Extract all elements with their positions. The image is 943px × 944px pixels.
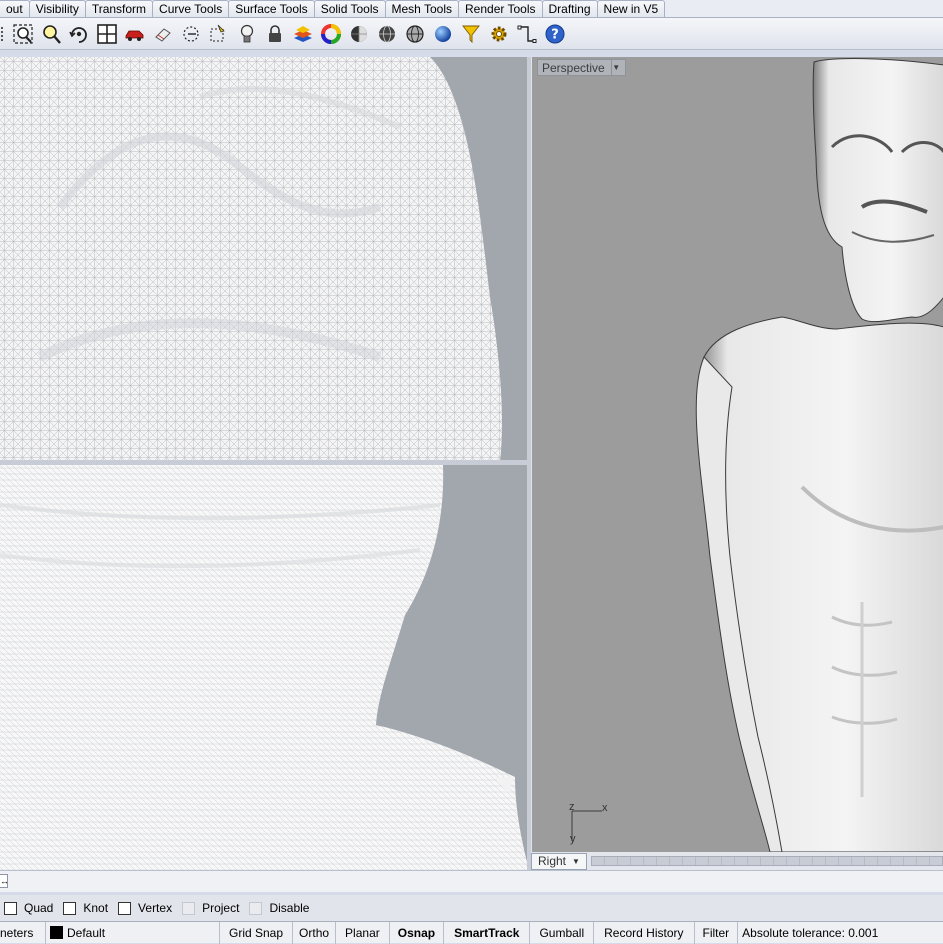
zoom-window-icon[interactable] bbox=[0, 21, 8, 47]
light-bulb-icon[interactable] bbox=[234, 21, 260, 47]
lock-icon[interactable] bbox=[262, 21, 288, 47]
circle-snap-icon[interactable] bbox=[178, 21, 204, 47]
status-record-history[interactable]: Record History bbox=[594, 921, 695, 944]
osnap-vertex-checkbox[interactable] bbox=[118, 901, 132, 915]
tab-layout[interactable]: out bbox=[0, 0, 30, 17]
osnap-quad-label: Quad bbox=[24, 901, 54, 915]
status-bar: neters Default Grid Snap Ortho Planar Os… bbox=[0, 921, 943, 944]
chevron-down-icon[interactable]: ▼ bbox=[610, 60, 621, 75]
zoom-selected-icon[interactable] bbox=[38, 21, 64, 47]
mesh-wireframe-head bbox=[0, 57, 502, 460]
layer-color-swatch bbox=[50, 926, 63, 939]
status-smarttrack[interactable]: SmartTrack bbox=[444, 921, 531, 944]
status-filter[interactable]: Filter bbox=[695, 921, 739, 944]
osnap-disable-label: Disable bbox=[269, 901, 310, 915]
tab-transform[interactable]: Transform bbox=[84, 0, 154, 17]
tab-curve-tools[interactable]: Curve Tools bbox=[152, 0, 230, 17]
osnap-bar: Quad Knot Vertex Project Disable bbox=[0, 895, 943, 921]
wireframe-sphere-icon[interactable] bbox=[374, 21, 400, 47]
viewport-tab-right[interactable]: Right ▼ bbox=[531, 852, 587, 870]
osnap-quad[interactable]: Quad bbox=[4, 901, 53, 915]
command-area[interactable]: ↔ bbox=[0, 870, 943, 892]
status-units[interactable]: neters bbox=[0, 921, 46, 944]
car-icon[interactable] bbox=[122, 21, 148, 47]
standard-toolbar: ? bbox=[0, 18, 943, 50]
horizontal-scrollbar[interactable] bbox=[590, 856, 943, 866]
tab-mesh-tools[interactable]: Mesh Tools bbox=[384, 0, 459, 17]
osnap-quad-checkbox[interactable] bbox=[4, 901, 17, 915]
status-osnap[interactable]: Osnap bbox=[390, 921, 445, 944]
tab-visibility[interactable]: Visibility bbox=[28, 0, 86, 17]
options-gear-icon[interactable] bbox=[486, 21, 512, 47]
osnap-project-label: Project bbox=[202, 901, 240, 915]
ghosted-sphere-icon[interactable] bbox=[402, 21, 428, 47]
tab-drafting[interactable]: Drafting bbox=[541, 0, 598, 17]
four-viewports-icon[interactable] bbox=[94, 21, 120, 47]
chevron-down-icon[interactable]: ▼ bbox=[572, 857, 580, 866]
viewport-title-perspective[interactable]: Perspective ▼ bbox=[537, 59, 626, 76]
axis-gizmo: z x y bbox=[568, 801, 618, 847]
shaded-sphere-icon[interactable] bbox=[346, 21, 372, 47]
axis-y-label: y bbox=[570, 833, 576, 845]
status-tolerance: Absolute tolerance: 0.001 bbox=[742, 925, 879, 940]
osnap-knot-checkbox[interactable] bbox=[63, 901, 77, 915]
front-viewport[interactable] bbox=[0, 465, 529, 870]
layer-icon[interactable] bbox=[290, 21, 316, 47]
svg-text:?: ? bbox=[551, 27, 559, 42]
color-wheel-icon[interactable] bbox=[318, 21, 344, 47]
axis-x-label: x bbox=[602, 802, 608, 814]
tab-solid-tools[interactable]: Solid Tools bbox=[313, 0, 386, 17]
status-layer[interactable]: Default bbox=[46, 921, 220, 944]
mesh-wireframe-body bbox=[0, 465, 527, 870]
eraser-icon[interactable] bbox=[150, 21, 176, 47]
toolbar-tab-strip: out Visibility Transform Curve Tools Sur… bbox=[0, 0, 943, 18]
dimension-icon[interactable] bbox=[514, 21, 540, 47]
osnap-disable-checkbox[interactable] bbox=[249, 901, 263, 915]
osnap-project-checkbox[interactable] bbox=[182, 901, 196, 915]
render-sphere-icon[interactable] bbox=[430, 21, 456, 47]
osnap-vertex-label: Vertex bbox=[138, 901, 173, 915]
command-history-icon[interactable]: ↔ bbox=[0, 874, 8, 888]
viewport-tabs: Right ▼ bbox=[531, 852, 943, 870]
top-viewport[interactable] bbox=[0, 57, 529, 462]
help-icon[interactable]: ? bbox=[542, 21, 568, 47]
osnap-disable[interactable]: Disable bbox=[249, 901, 309, 915]
tab-render-tools[interactable]: Render Tools bbox=[458, 0, 543, 17]
tab-surface-tools[interactable]: Surface Tools bbox=[228, 0, 315, 17]
perspective-label: Perspective bbox=[542, 60, 605, 75]
layer-name: Default bbox=[67, 925, 106, 940]
shaded-figure bbox=[695, 58, 943, 852]
filter-icon[interactable] bbox=[458, 21, 484, 47]
right-label: Right bbox=[538, 854, 567, 868]
status-ortho[interactable]: Ortho bbox=[293, 921, 337, 944]
named-view-icon[interactable] bbox=[206, 21, 232, 47]
perspective-viewport[interactable]: Perspective ▼ z x y bbox=[531, 57, 943, 852]
zoom-extents-icon[interactable] bbox=[10, 21, 36, 47]
osnap-knot[interactable]: Knot bbox=[63, 901, 108, 915]
rotate-view-icon[interactable] bbox=[66, 21, 92, 47]
status-planar[interactable]: Planar bbox=[336, 921, 390, 944]
tab-new-in-v5[interactable]: New in V5 bbox=[596, 0, 666, 17]
osnap-project[interactable]: Project bbox=[182, 901, 239, 915]
osnap-knot-label: Knot bbox=[83, 901, 109, 915]
viewport-area: Perspective ▼ z x y Right ▼ bbox=[0, 57, 943, 870]
status-gumball[interactable]: Gumball bbox=[530, 921, 595, 944]
axis-z-label: z bbox=[569, 801, 575, 813]
osnap-vertex[interactable]: Vertex bbox=[118, 901, 172, 915]
status-grid-snap[interactable]: Grid Snap bbox=[220, 921, 294, 944]
